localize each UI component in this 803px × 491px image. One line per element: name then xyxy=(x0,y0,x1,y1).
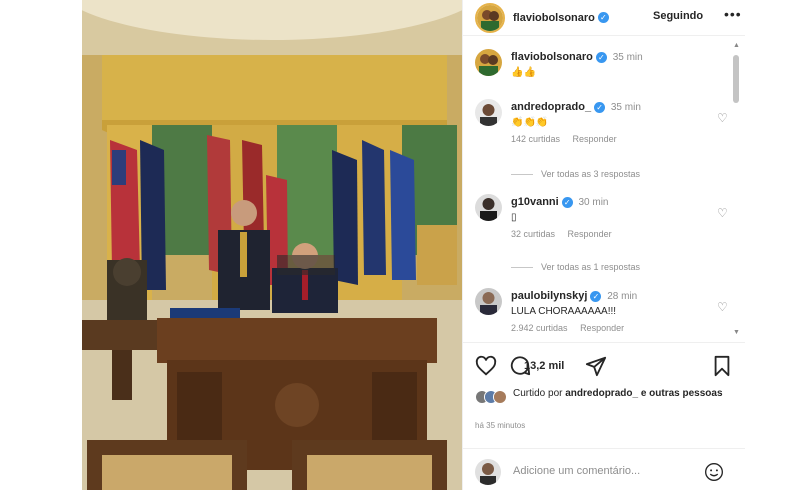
liked-by-user[interactable]: andredoprado_ xyxy=(565,388,638,399)
post-photo[interactable] xyxy=(82,0,462,490)
share-icon[interactable] xyxy=(585,355,607,382)
reply-button[interactable]: Responder xyxy=(573,134,617,144)
heart-outline-icon[interactable]: ♡ xyxy=(717,111,728,125)
comment-text: 👍👍 xyxy=(511,67,536,78)
avatar xyxy=(493,390,507,404)
view-replies-text: Ver todas as 3 respostas xyxy=(541,169,641,179)
author-username[interactable]: flaviobolsonaro xyxy=(513,12,595,24)
comment-time: 28 min xyxy=(607,291,638,302)
liker-avatars[interactable] xyxy=(475,390,515,408)
liked-by-others[interactable]: e outras pessoas xyxy=(638,388,723,399)
comment-likes[interactable]: 32 curtidas xyxy=(511,229,555,239)
scrollbar-thumb[interactable] xyxy=(733,55,739,103)
verified-icon: ✓ xyxy=(597,12,609,23)
comment-text: ▯ xyxy=(511,212,517,223)
heart-icon[interactable] xyxy=(475,355,497,382)
verified-icon: ✓ xyxy=(590,290,602,302)
verified-icon: ✓ xyxy=(561,196,573,208)
avatar[interactable] xyxy=(475,288,502,315)
following-button[interactable]: Seguindo xyxy=(653,10,703,22)
comment-time: 35 min xyxy=(612,52,643,63)
instagram-post-window: flaviobolsonaro ✓ Seguindo ••• flaviobol… xyxy=(0,0,803,490)
emoji-icon[interactable] xyxy=(704,462,724,487)
comment-count: 13,2 mil xyxy=(524,360,565,372)
add-comment-input[interactable]: Adicione um comentário... xyxy=(513,465,640,477)
post-timestamp: há 35 minutos xyxy=(475,421,526,430)
liked-by-text[interactable]: Curtido por andredoprado_ e outras pesso… xyxy=(513,387,723,400)
verified-icon: ✓ xyxy=(594,101,606,113)
oval-office-image xyxy=(82,0,462,490)
add-comment-bar: Adicione um comentário... xyxy=(463,448,745,491)
scroll-down-arrow[interactable]: ▼ xyxy=(733,329,740,336)
divider xyxy=(511,267,533,269)
divider xyxy=(511,174,533,176)
liked-by: Curtido por andredoprado_ e outras pesso… xyxy=(475,387,735,411)
view-replies-link[interactable]: Ver todas as 1 respostas xyxy=(511,262,640,272)
comment-text: LULA CHORAAAAAA!!! xyxy=(511,306,617,317)
comment-username[interactable]: andredoprado_ xyxy=(511,101,591,113)
post-actions: 13,2 mil Curtido por andredoprado_ e out… xyxy=(463,342,745,490)
avatar[interactable] xyxy=(475,194,502,221)
comments-list[interactable]: flaviobolsonaro ✓ 35 min 👍👍 andredoprado_… xyxy=(463,37,745,342)
verified-icon: ✓ xyxy=(595,51,607,63)
view-replies-text: Ver todas as 1 respostas xyxy=(541,262,641,272)
comment-likes[interactable]: 142 curtidas xyxy=(511,134,560,144)
comment-username[interactable]: g10vanni xyxy=(511,196,559,208)
bookmark-icon[interactable] xyxy=(711,355,733,382)
avatar[interactable] xyxy=(475,49,502,76)
comment-time: 30 min xyxy=(578,197,609,208)
comment-username[interactable]: flaviobolsonaro xyxy=(511,51,593,63)
comment-username[interactable]: paulobilynskyj xyxy=(511,290,587,302)
heart-outline-icon[interactable]: ♡ xyxy=(717,300,728,314)
more-options-icon[interactable]: ••• xyxy=(724,6,742,22)
comment-time: 35 min xyxy=(610,102,641,113)
comment-text: 👏👏👏 xyxy=(511,117,549,128)
action-bar: 13,2 mil xyxy=(475,355,735,377)
view-replies-link[interactable]: Ver todas as 3 respostas xyxy=(511,169,640,179)
reply-button[interactable]: Responder xyxy=(580,323,624,333)
heart-outline-icon[interactable]: ♡ xyxy=(717,206,728,220)
liked-by-prefix: Curtido por xyxy=(513,388,566,399)
avatar[interactable] xyxy=(475,99,502,126)
author-avatar[interactable] xyxy=(475,2,505,33)
comment-likes[interactable]: 2.942 curtidas xyxy=(511,323,568,333)
scroll-up-arrow[interactable]: ▲ xyxy=(733,42,740,49)
reply-button[interactable]: Responder xyxy=(568,229,612,239)
post-header: flaviobolsonaro ✓ Seguindo ••• xyxy=(463,0,745,36)
current-user-avatar xyxy=(475,459,501,485)
post-side-panel: flaviobolsonaro ✓ Seguindo ••• flaviobol… xyxy=(462,0,745,490)
